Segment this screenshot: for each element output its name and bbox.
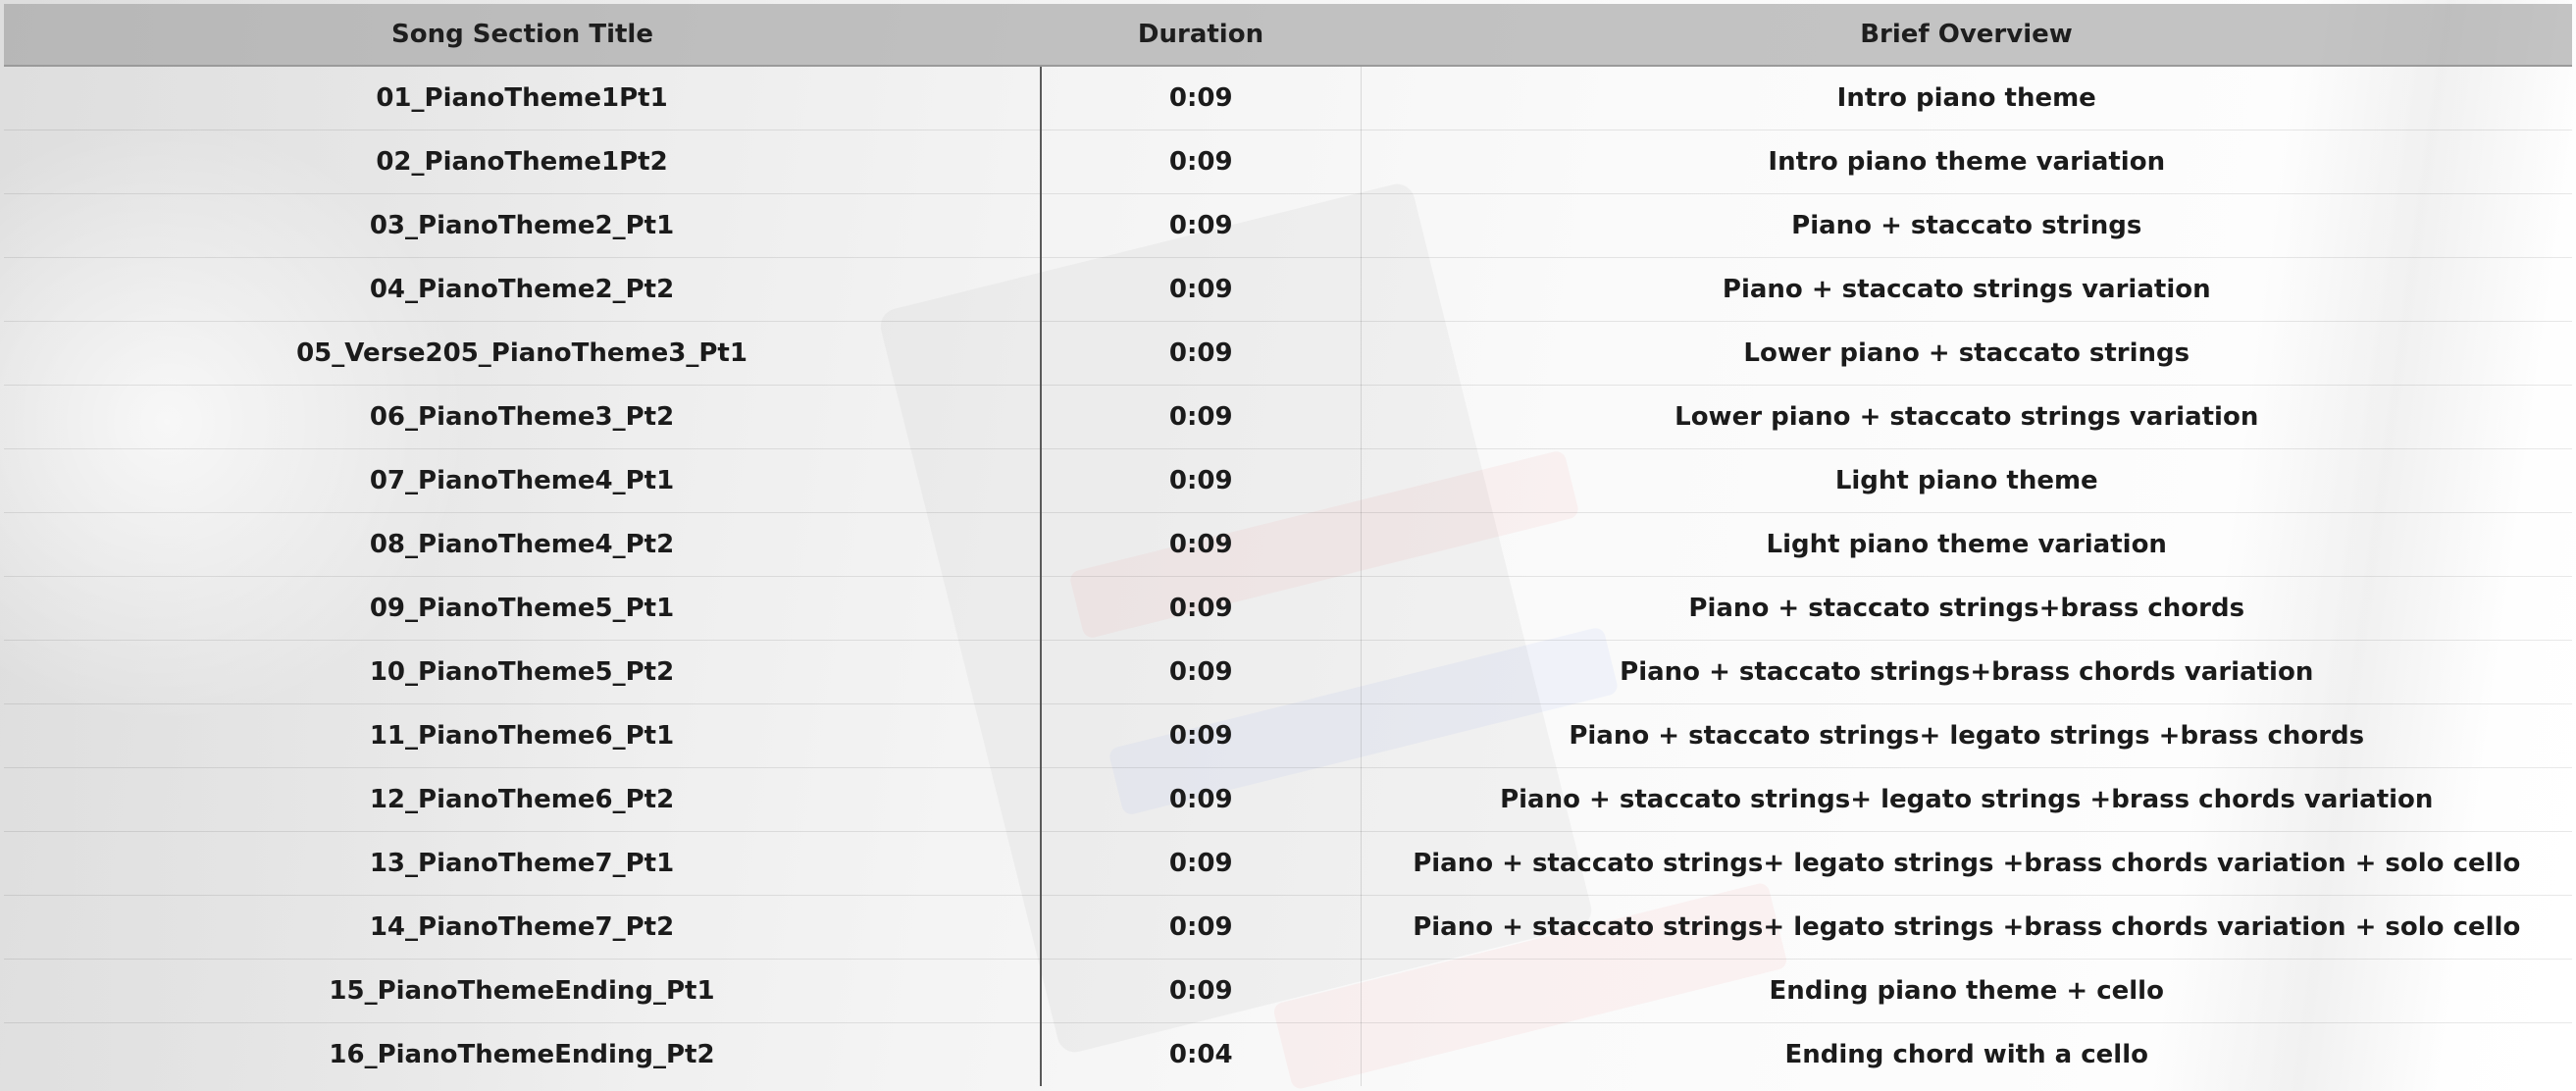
cell-song-section-title: 05_Verse205_PianoTheme3_Pt1 (4, 321, 1042, 386)
cell-duration: 0:09 (1041, 130, 1362, 194)
table-row: 11_PianoTheme6_Pt1 0:09 Piano + staccato s… (4, 703, 2572, 768)
cell-song-section-title: 10_PianoTheme5_Pt2 (4, 640, 1042, 704)
cell-song-section-title: 04_PianoTheme2_Pt2 (4, 257, 1042, 322)
cell-duration: 0:09 (1041, 895, 1362, 960)
cell-duration: 0:09 (1041, 703, 1362, 768)
table-row: 02_PianoTheme1Pt2 0:09 Intro piano theme v… (4, 130, 2572, 194)
cell-duration: 0:09 (1041, 66, 1362, 130)
cell-song-section-title: 11_PianoTheme6_Pt1 (4, 703, 1042, 768)
cell-duration: 0:09 (1041, 321, 1362, 386)
table-row: 06_PianoTheme3_Pt2 0:09 Lower piano + stac… (4, 385, 2572, 449)
cell-brief-overview: Piano + staccato strings (1361, 193, 2572, 258)
header-row: Song Section Title Duration Brief Overvi… (4, 4, 2572, 67)
cell-duration: 0:09 (1041, 767, 1362, 832)
cell-brief-overview: Piano + staccato strings+ legato strings… (1361, 767, 2572, 832)
cell-brief-overview: Piano + staccato strings variation (1361, 257, 2572, 322)
table-row: 01_PianoTheme1Pt1 0:09 Intro piano theme (4, 66, 2572, 130)
table-row: 08_PianoTheme4_Pt2 0:09 Light piano theme … (4, 512, 2572, 577)
header-brief-overview: Brief Overview (1361, 4, 2572, 67)
cell-brief-overview: Intro piano theme variation (1361, 130, 2572, 194)
table-row: 09_PianoTheme5_Pt1 0:09 Piano + staccato s… (4, 576, 2572, 641)
cell-song-section-title: 02_PianoTheme1Pt2 (4, 130, 1042, 194)
cell-brief-overview: Piano + staccato strings+ legato strings… (1361, 895, 2572, 960)
table-row: 05_Verse205_PianoTheme3_Pt1 0:09 Lower pia… (4, 321, 2572, 386)
cell-song-section-title: 09_PianoTheme5_Pt1 (4, 576, 1042, 641)
cell-song-section-title: 14_PianoTheme7_Pt2 (4, 895, 1042, 960)
page: Song Section Title Duration Brief Overvi… (0, 0, 2576, 1091)
table-header: Song Section Title Duration Brief Overvi… (4, 4, 2572, 67)
cell-song-section-title: 15_PianoThemeEnding_Pt1 (4, 959, 1042, 1023)
cell-song-section-title: 16_PianoThemeEnding_Pt2 (4, 1022, 1042, 1086)
cell-brief-overview: Light piano theme (1361, 448, 2572, 513)
cell-duration: 0:04 (1041, 1022, 1362, 1086)
table-row: 16_PianoThemeEnding_Pt2 0:04 Ending chord … (4, 1022, 2572, 1086)
cell-duration: 0:09 (1041, 193, 1362, 258)
cell-song-section-title: 03_PianoTheme2_Pt1 (4, 193, 1042, 258)
cell-duration: 0:09 (1041, 512, 1362, 577)
cell-song-section-title: 07_PianoTheme4_Pt1 (4, 448, 1042, 513)
cell-duration: 0:09 (1041, 385, 1362, 449)
cell-duration: 0:09 (1041, 448, 1362, 513)
table-row: 03_PianoTheme2_Pt1 0:09 Piano + staccato s… (4, 193, 2572, 258)
header-duration: Duration (1041, 4, 1361, 67)
cell-song-section-title: 06_PianoTheme3_Pt2 (4, 385, 1042, 449)
cell-brief-overview: Ending piano theme + cello (1361, 959, 2572, 1023)
cell-song-section-title: 12_PianoTheme6_Pt2 (4, 767, 1042, 832)
cell-song-section-title: 08_PianoTheme4_Pt2 (4, 512, 1042, 577)
cell-brief-overview: Ending chord with a cello (1784, 1040, 2149, 1069)
cell-duration: 0:09 (1041, 640, 1362, 704)
cell-duration: 0:09 (1041, 257, 1362, 322)
table-row: 07_PianoTheme4_Pt1 0:09 Light piano theme (4, 448, 2572, 513)
cell-brief-overview: Lower piano + staccato strings variation (1361, 385, 2572, 449)
cell-brief-overview: Lower piano + staccato strings (1361, 321, 2572, 386)
table-row: 14_PianoTheme7_Pt2 0:09 Piano + staccato s… (4, 895, 2572, 960)
header-song-section-title: Song Section Title (4, 4, 1041, 67)
cell-brief-overview: Piano + staccato strings+brass chords va… (1361, 640, 2572, 704)
cell-duration: 0:09 (1041, 959, 1362, 1023)
table-row: 12_PianoTheme6_Pt2 0:09 Piano + staccato s… (4, 767, 2572, 832)
cell-duration: 0:09 (1041, 831, 1362, 896)
table-body: 01_PianoTheme1Pt1 0:09 Intro piano theme 02… (4, 66, 2572, 1086)
table-row: 10_PianoTheme5_Pt2 0:09 Piano + staccato s… (4, 640, 2572, 704)
cell-duration: 0:09 (1041, 576, 1362, 641)
cell-brief-overview: Piano + staccato strings+ legato strings… (1361, 831, 2572, 896)
cell-brief-overview: Intro piano theme (1361, 66, 2572, 130)
table-row: 15_PianoThemeEnding_Pt1 0:09 Ending piano … (4, 959, 2572, 1023)
cell-brief-overview: Light piano theme variation (1361, 512, 2572, 577)
cell-brief-overview: Piano + staccato strings+ legato strings… (1361, 703, 2572, 768)
song-sections-table: Song Section Title Duration Brief Overvi… (4, 4, 2572, 1086)
table-row: 13_PianoTheme7_Pt1 0:09 Piano + staccato s… (4, 831, 2572, 896)
cell-song-section-title: 01_PianoTheme1Pt1 (4, 66, 1042, 130)
table-row: 04_PianoTheme2_Pt2 0:09 Piano + staccato s… (4, 257, 2572, 322)
cell-brief-overview: Piano + staccato strings+brass chords (1361, 576, 2572, 641)
cell-song-section-title: 13_PianoTheme7_Pt1 (4, 831, 1042, 896)
